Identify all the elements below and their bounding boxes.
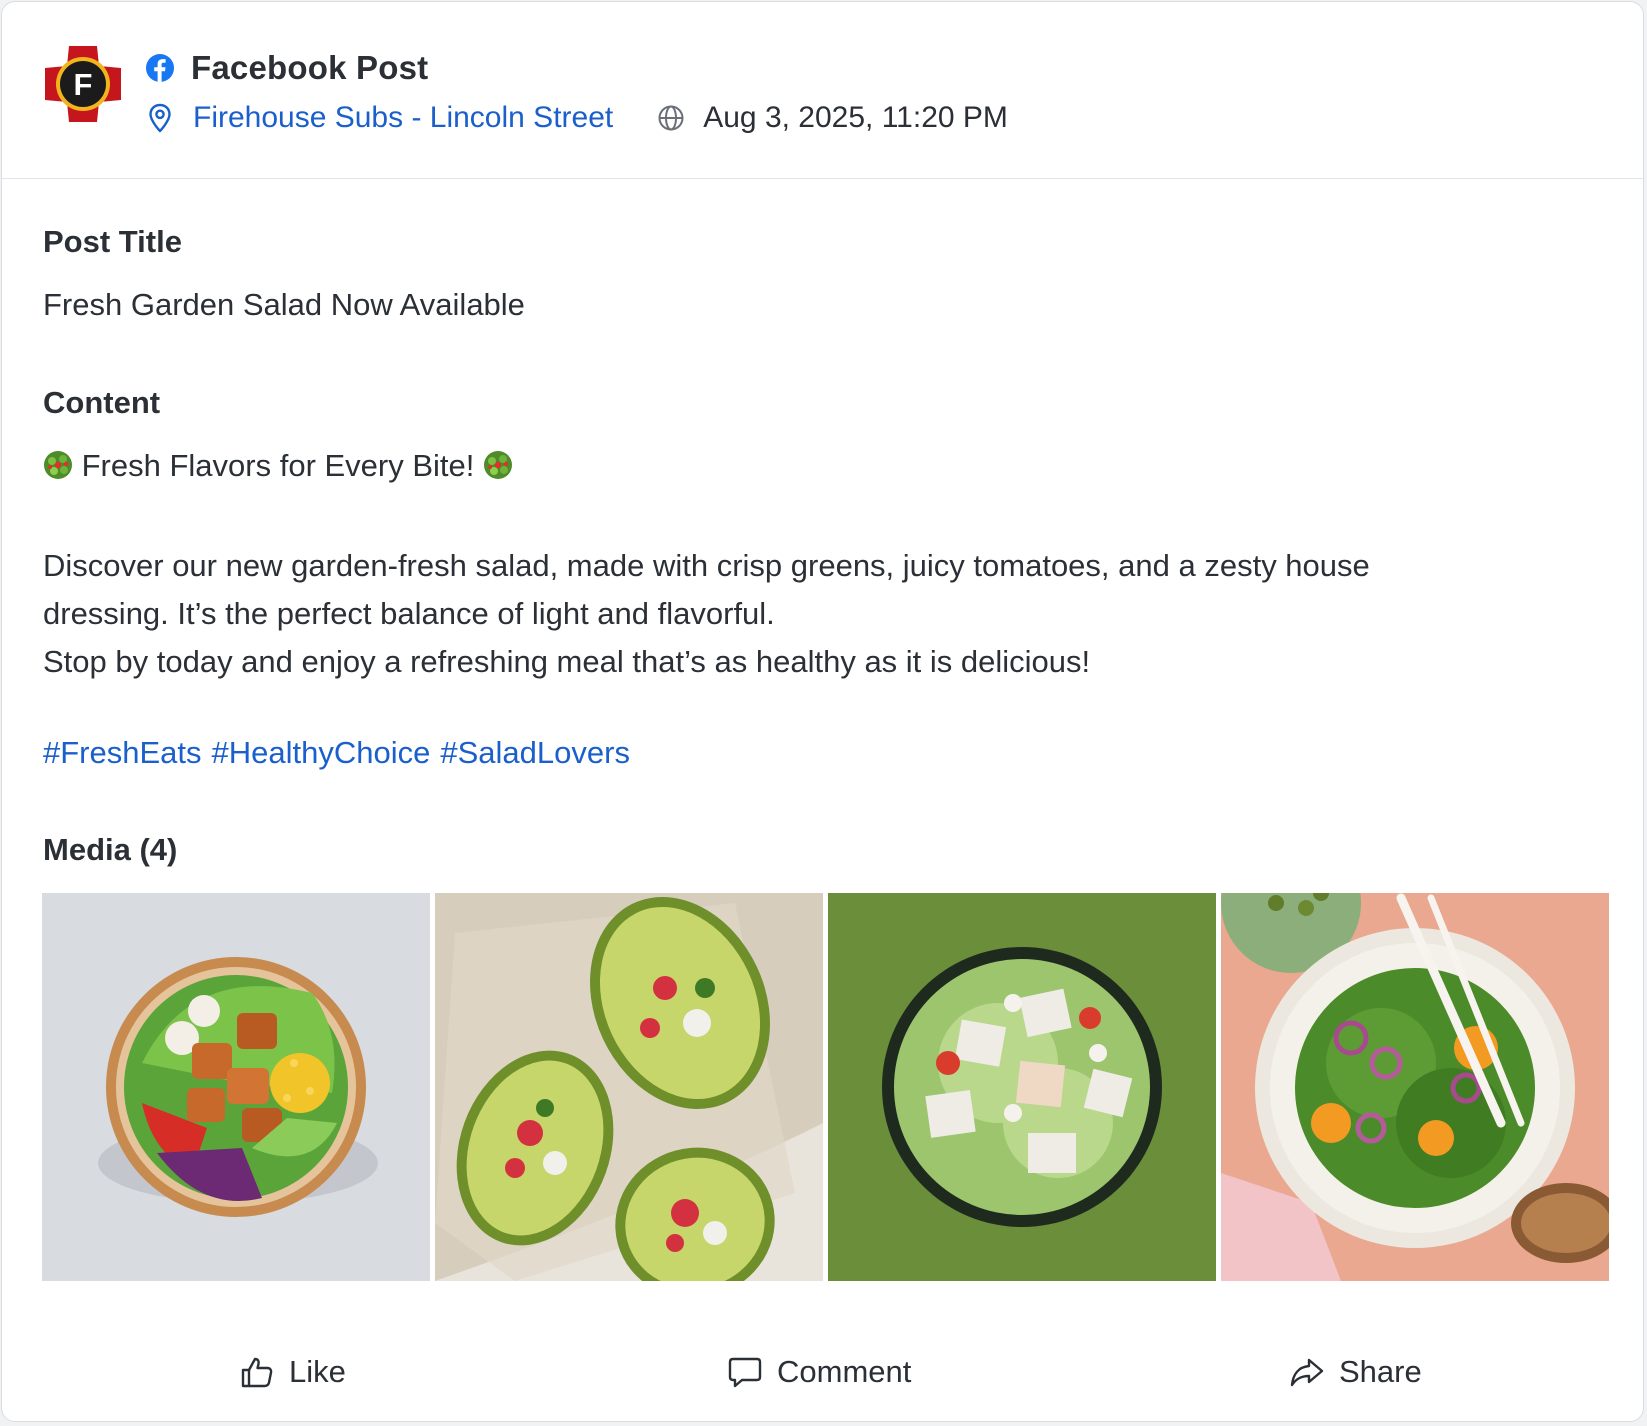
salad-emoji-icon <box>483 450 513 480</box>
hashtags: #FreshEats #HealthyChoice #SaladLovers <box>43 735 640 771</box>
comment-label: Comment <box>777 1354 912 1389</box>
hashtag-link[interactable]: #FreshEats <box>43 735 202 770</box>
arugula-orange-salad-photo[interactable] <box>1221 893 1609 1281</box>
salad-bowl-photo[interactable] <box>42 893 430 1281</box>
content-line: Discover our new garden-fresh salad, mad… <box>43 548 1370 583</box>
share-button[interactable]: Share <box>1289 1342 1422 1402</box>
content-headline: Fresh Flavors for Every Bite! <box>43 448 513 484</box>
globe-icon <box>657 104 685 132</box>
post-card: F Facebook Post Firehouse Subs - Lincoln… <box>1 1 1644 1422</box>
content-body: Discover our new garden-fresh salad, mad… <box>43 542 1583 686</box>
post-actions: Like Comment Share <box>2 1342 1643 1402</box>
facebook-icon <box>145 53 175 83</box>
post-header: F Facebook Post Firehouse Subs - Lincoln… <box>2 2 1643 179</box>
media-grid <box>42 893 1609 1281</box>
post-title-label: Post Title <box>43 224 182 259</box>
green-salad-bowl-photo[interactable] <box>828 893 1216 1281</box>
location-pin-icon <box>145 102 175 134</box>
brand-logo: F <box>41 42 125 126</box>
content-headline-text: Fresh Flavors for Every Bite! <box>81 448 475 483</box>
share-label: Share <box>1339 1354 1422 1389</box>
salad-emoji-icon <box>43 450 73 480</box>
like-button[interactable]: Like <box>239 1342 346 1402</box>
hashtag-link[interactable]: #SaladLovers <box>440 735 630 770</box>
content-line: Stop by today and enjoy a refreshing mea… <box>43 644 1091 679</box>
location-link[interactable]: Firehouse Subs - Lincoln Street <box>193 101 613 135</box>
comment-bubble-icon <box>727 1354 763 1390</box>
post-type-title: Facebook Post <box>191 49 429 86</box>
share-arrow-icon <box>1289 1354 1325 1390</box>
hashtag-link[interactable]: #HealthyChoice <box>212 735 431 770</box>
content-line: dressing. It’s the perfect balance of li… <box>43 596 775 631</box>
post-datetime: Aug 3, 2025, 11:20 PM <box>703 101 1008 134</box>
stuffed-avocado-photo[interactable] <box>435 893 823 1281</box>
content-label: Content <box>43 385 161 420</box>
comment-button[interactable]: Comment <box>727 1342 911 1402</box>
svg-text:F: F <box>74 67 93 102</box>
like-label: Like <box>289 1354 346 1389</box>
thumbs-up-icon <box>239 1354 275 1390</box>
post-title-value: Fresh Garden Salad Now Available <box>43 287 525 322</box>
media-label: Media (4) <box>43 832 178 867</box>
